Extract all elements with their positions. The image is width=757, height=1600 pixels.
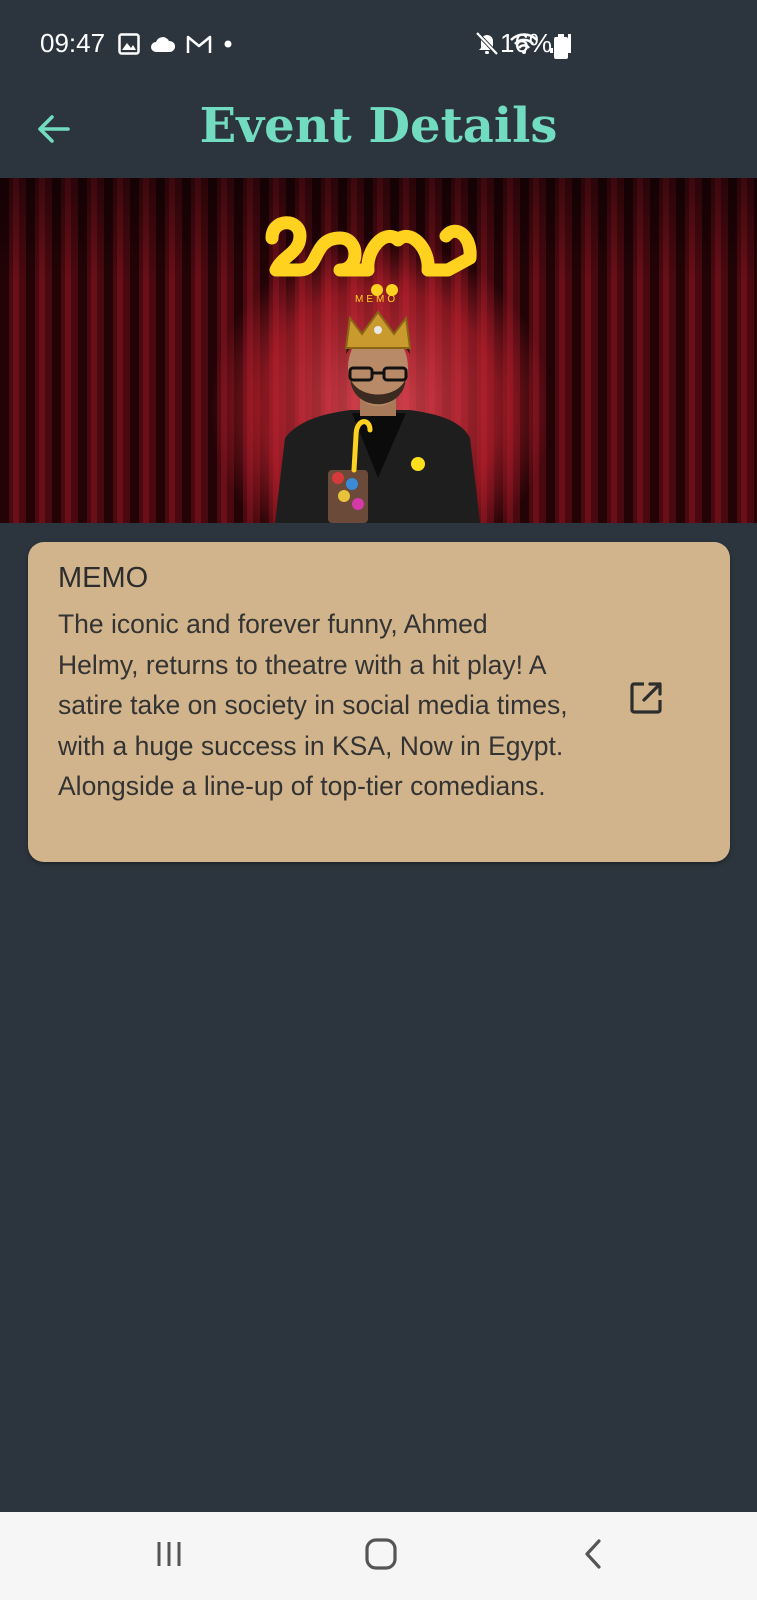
battery-icon [553,34,569,65]
open-link-button[interactable] [618,672,674,728]
app-bar: Event Details [0,90,757,178]
svg-text:MEMO: MEMO [355,294,398,305]
status-bar: 09:47 16% [0,0,757,90]
page-title: Event Details [199,98,558,154]
recents-icon [154,1540,184,1573]
event-card: MEMO The iconic and forever funny, Ahmed… [28,542,730,862]
image-icon [118,32,140,60]
recents-button[interactable] [139,1530,199,1582]
system-nav-bar [0,1512,757,1600]
event-banner-image: MEMO [0,178,757,523]
gmail-icon [186,34,212,59]
back-icon [582,1538,604,1575]
battery-percent: 16% [500,28,553,58]
event-name: MEMO [58,562,149,594]
open-in-new-icon [628,680,664,721]
dot-icon [222,37,234,55]
home-button[interactable] [351,1530,411,1582]
status-time: 09:47 [40,28,106,58]
mute-icon [475,30,499,61]
home-icon [364,1537,398,1576]
event-description: The iconic and forever funny, Ahmed Helm… [58,609,568,801]
cloud-icon [150,35,176,58]
nav-back-button[interactable] [563,1530,623,1582]
